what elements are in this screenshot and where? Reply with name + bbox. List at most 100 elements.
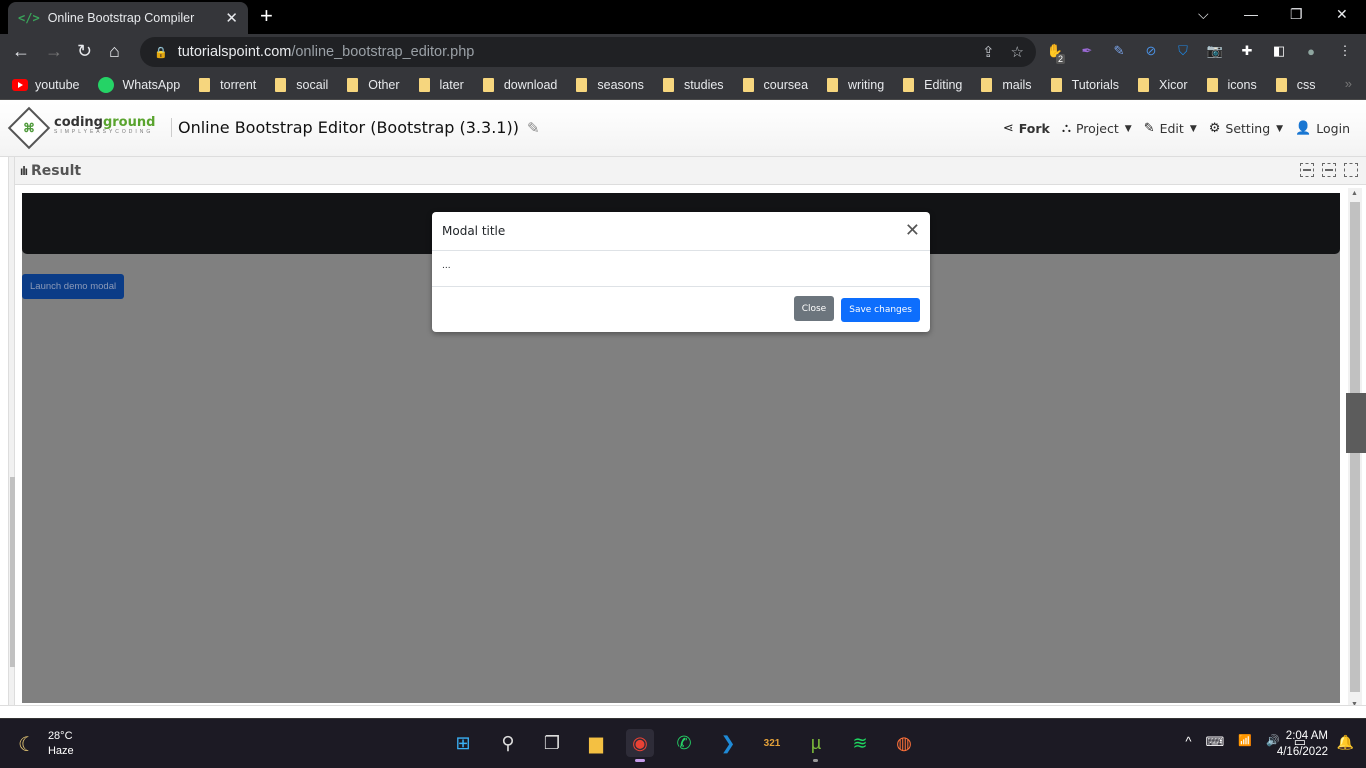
bookmarks-bar: youtube WhatsApp torrent socail Other later do… [0,70,1366,100]
modal-body: ... [432,251,930,287]
restore-panel-icon[interactable] [1322,163,1336,177]
sidepanel-extension-icon[interactable]: ◧ [1270,42,1288,60]
whatsapp-taskbar-icon[interactable]: ✆ [670,729,698,757]
spotify-taskbar-icon[interactable]: ≋ [846,729,874,757]
bookmark-xicor[interactable]: Xicor [1138,77,1188,92]
bookmark-youtube[interactable]: youtube [12,78,79,92]
fork-icon: ⋖ [1002,121,1014,136]
bookmark-whatsapp[interactable]: WhatsApp [98,76,180,93]
lock-icon[interactable]: 🔒 [154,46,168,59]
nav-setting[interactable]: ⚙ Setting ▼ [1209,121,1283,136]
minimize-button[interactable]: — [1244,6,1258,22]
new-tab-button[interactable]: + [260,5,273,27]
modal-close-button[interactable]: Close [793,296,835,321]
menu-extension-icon[interactable]: ⋮ [1336,42,1354,60]
bookmark-studies[interactable]: studies [662,77,724,92]
bookmark-label: Editing [924,77,963,92]
file-explorer-glyph: ▆ [589,732,603,753]
reload-button[interactable]: ↻ [77,42,92,60]
modal-close-icon[interactable]: ✕ [905,222,920,240]
vscode-taskbar-icon[interactable]: ❯ [714,729,742,757]
bookmark-socail[interactable]: socail [275,77,329,92]
bookmark-other[interactable]: Other [347,77,400,92]
profile-extension-icon[interactable]: ● [1302,42,1320,60]
bookmark-editing[interactable]: Editing [903,77,963,92]
puzzle-extension-icon[interactable]: ✚ [1238,42,1256,60]
codingground-logo[interactable]: ⌘ codingground SIMPLYEASYCODING [7,106,155,150]
bookmark-mails[interactable]: mails [981,77,1032,92]
notification-bell-icon[interactable]: 🔔 [1337,734,1354,751]
pen-extension-icon[interactable]: ✎ [1110,42,1128,60]
weather-widget[interactable]: ☾ 28°C Haze [18,729,74,759]
address-bar[interactable]: 🔒 tutorialspoint.com/online_bootstrap_ed… [140,37,1036,67]
feather-extension-icon[interactable]: ✒ [1078,42,1096,60]
keyboard-icon[interactable]: ⌨ [1206,734,1225,750]
preview-scrollbar[interactable]: ▲ ▼ [1346,188,1366,708]
modal-title: Modal title [442,224,506,238]
editor-scrollbar-thumb[interactable] [10,477,15,667]
nav-fork[interactable]: ⋖ Fork [1003,121,1050,136]
folder-icon [275,77,287,92]
editor-scrollbar[interactable] [8,157,15,717]
youtube-icon [12,78,28,91]
nav-label: Project [1075,121,1119,136]
minimize-panel-icon[interactable] [1300,163,1314,177]
utorrent-taskbar-icon[interactable]: µ [802,729,830,762]
restore-button[interactable]: ❐ [1290,6,1303,23]
bookmark-download[interactable]: download [482,77,557,92]
moon-icon: ☾ [18,733,36,756]
chrome-taskbar-icon[interactable]: ◉ [626,729,654,762]
chrome-glyph: ◉ [632,732,648,753]
search-taskbar-icon[interactable]: ⚲ [494,729,522,757]
save-changes-button[interactable]: Save changes [841,297,920,322]
bookmark-label: css [1296,77,1316,92]
share-icon[interactable]: ⇪ [982,43,995,61]
bookmark-label: torrent [220,77,257,92]
bookmark-later[interactable]: later [418,77,464,92]
url-text[interactable]: tutorialspoint.com/online_bootstrap_edit… [178,44,475,60]
scroll-up-arrow-icon[interactable]: ▲ [1351,190,1358,197]
vpn-shield-extension-icon[interactable]: ⛉ [1174,42,1192,60]
block-extension-icon[interactable]: ⊘ [1142,42,1160,60]
tab-search-chevron-icon[interactable]: ⌵ [1198,6,1209,23]
firefox-taskbar-icon[interactable]: ◍ [890,729,918,757]
browser-tab-active[interactable]: </> Online Bootstrap Compiler ✕ [8,2,248,34]
tray-chevron-icon[interactable]: ^ [1185,734,1191,750]
bookmark-torrent[interactable]: torrent [199,77,257,92]
setting-icon: ⚙ [1208,121,1221,136]
bookmark-coursea[interactable]: coursea [742,77,808,92]
bookmark-label: Xicor [1159,77,1188,92]
windows-taskbar: ☾ 28°C Haze ⊞ ⚲ ❐ ▆ ◉ ✆ ❯ 321 µ ≋ ◍ ^ ⌨ 📶 🔊 ▭ 2:04… [0,718,1366,768]
edit-title-icon[interactable]: ✎ [527,119,540,137]
running-indicator [813,759,818,762]
media-player-taskbar-icon[interactable]: 321 [758,729,786,757]
nav-project[interactable]: ⛬ Project ▼ [1062,121,1132,136]
home-button[interactable]: ⌂ [109,42,120,60]
nav-login[interactable]: 👤 Login [1295,121,1350,136]
bookmark-writing[interactable]: writing [827,77,884,92]
folder-icon [1138,77,1150,92]
start-taskbar-icon[interactable]: ⊞ [449,729,477,757]
clock[interactable]: 2:04 AM 4/16/2022 [1277,728,1328,760]
bookmark-label: socail [296,77,329,92]
file-explorer-taskbar-icon[interactable]: ▆ [582,729,610,757]
task-view-taskbar-icon[interactable]: ❐ [538,729,566,757]
tab-close-icon[interactable]: ✕ [225,9,238,27]
camera-extension-icon[interactable]: 📷 [1206,42,1224,60]
back-button[interactable]: ← [12,42,30,60]
wifi-icon[interactable]: 📶 [1238,734,1252,750]
maximize-panel-icon[interactable] [1344,163,1358,177]
scrollbar-thumb[interactable] [1346,393,1366,453]
launch-demo-modal-button[interactable]: Launch demo modal [22,274,125,299]
bookmark-icons[interactable]: icons [1206,77,1257,92]
close-window-button[interactable]: ✕ [1336,6,1348,23]
bookmark-star-icon[interactable]: ☆ [1011,43,1024,61]
bookmarks-overflow-icon[interactable]: » [1345,76,1352,91]
bookmark-css[interactable]: css [1275,77,1316,92]
bookmark-seasons[interactable]: seasons [576,77,644,92]
edit-icon: ✎ [1143,121,1155,136]
forward-button[interactable]: → [45,42,63,60]
whatsapp-icon [98,76,115,93]
nav-edit[interactable]: ✎ Edit ▼ [1144,121,1197,136]
bookmark-tutorials[interactable]: Tutorials [1050,77,1119,92]
